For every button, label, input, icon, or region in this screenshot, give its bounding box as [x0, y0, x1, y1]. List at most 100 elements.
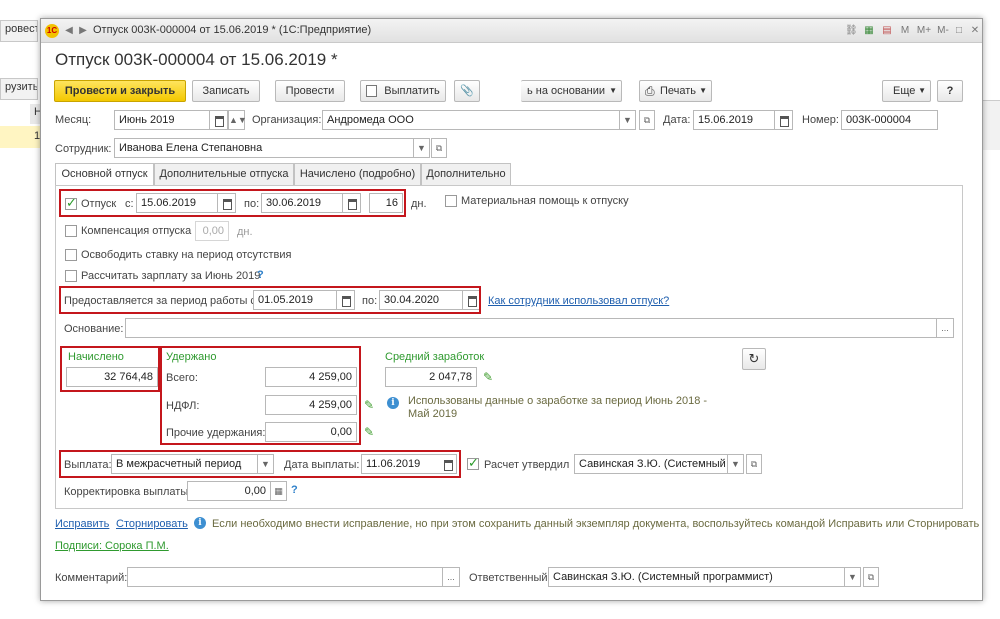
title-bar[interactable]: 1С ◀ ▶ Отпуск 003К-000004 от 15.06.2019 … [41, 19, 982, 43]
basis-field[interactable] [125, 318, 937, 338]
vacation-to-calendar-icon[interactable] [343, 193, 361, 213]
organization-field[interactable]: Андромеда ООО [322, 110, 620, 130]
memory-minus-icon[interactable]: M- [935, 25, 951, 37]
free-rate-checkbox[interactable] [65, 249, 77, 261]
average-earnings-edit-pencil-icon[interactable]: ✎ [483, 371, 495, 383]
work-period-from-calendar-icon[interactable] [337, 290, 355, 310]
tab-accrued-detailed[interactable]: Начислено (подробно) [294, 163, 421, 185]
approved-checkbox[interactable] [467, 455, 479, 471]
tab-additional[interactable]: Дополнительно [421, 163, 511, 185]
document-icon [366, 85, 377, 97]
number-field[interactable]: 003К-000004 [841, 110, 938, 130]
calculator-icon[interactable]: ▦ [271, 481, 287, 501]
memory-plus-icon[interactable]: M+ [915, 25, 933, 37]
chevron-down-icon[interactable]: ▼ [728, 454, 744, 474]
reverse-link[interactable]: Сторнировать [116, 518, 188, 530]
withheld-total-label: Всего: [166, 372, 198, 384]
average-earnings-field[interactable]: 2 047,78 [385, 367, 477, 387]
work-period-to-field[interactable]: 30.04.2020 [379, 290, 463, 310]
vacation-days-field[interactable]: 16 [369, 193, 403, 213]
refresh-button[interactable]: ↻ [742, 348, 766, 370]
month-field[interactable]: Июнь 2019 [114, 110, 210, 130]
back-arrow-icon[interactable]: ◀ [63, 25, 75, 37]
payment-date-field[interactable]: 11.06.2019 [361, 454, 445, 474]
tab-main-vacation[interactable]: Основной отпуск [55, 163, 154, 186]
open-icon[interactable]: ⧉ [863, 567, 879, 587]
ndfl-edit-pencil-icon[interactable]: ✎ [364, 399, 376, 411]
maximize-icon[interactable]: □ [953, 25, 965, 37]
other-withholdings-label: Прочие удержания: [166, 427, 266, 439]
month-spinner[interactable]: ▲▼ [228, 110, 247, 130]
accrued-field[interactable]: 32 764,48 [66, 367, 158, 387]
payment-adjustment-help-icon[interactable]: ? [291, 484, 298, 496]
compensation-checkbox[interactable] [65, 225, 77, 237]
open-icon[interactable]: ⧉ [639, 110, 655, 130]
create-based-on-button[interactable]: ь на основании ▼ [521, 80, 622, 102]
withheld-total-field[interactable]: 4 259,00 [265, 367, 357, 387]
open-icon[interactable]: ⧉ [431, 138, 447, 158]
payment-date-calendar-icon[interactable] [439, 454, 457, 474]
save-button[interactable]: Записать [192, 80, 260, 102]
tab-additional-vacations[interactable]: Дополнительные отпуска [154, 163, 294, 185]
approved-by-field[interactable]: Савинская З.Ю. (Системный п [574, 454, 728, 474]
bg-load-button[interactable]: рузить и [0, 78, 38, 100]
chevron-down-icon[interactable]: ▼ [258, 454, 274, 474]
ndfl-field[interactable]: 4 259,00 [265, 395, 357, 415]
comment-select-button[interactable]: ... [443, 567, 460, 587]
calculator-icon[interactable]: ▦ [863, 25, 875, 37]
date-field[interactable]: 15.06.2019 [693, 110, 775, 130]
payment-label: Выплата: [64, 459, 112, 471]
material-help-checkbox[interactable] [445, 195, 457, 207]
calendar-icon[interactable]: ▤ [881, 25, 893, 37]
month-calendar-icon[interactable] [210, 110, 228, 130]
compensation-days-field[interactable]: 0,00 [195, 221, 229, 241]
payment-adjustment-field[interactable]: 0,00 [187, 481, 271, 501]
work-period-to-calendar-icon[interactable] [463, 290, 481, 310]
vacation-from-label: с: [125, 198, 134, 210]
fix-link[interactable]: Исправить [55, 518, 109, 530]
other-withholdings-field[interactable]: 0,00 [265, 422, 357, 442]
work-period-from-field[interactable]: 01.05.2019 [253, 290, 337, 310]
other-withholdings-edit-pencil-icon[interactable]: ✎ [364, 426, 376, 438]
app-logo-icon: 1С [45, 24, 59, 38]
vacation-checkbox[interactable] [65, 195, 77, 211]
chevron-down-icon[interactable]: ▼ [414, 138, 430, 158]
calc-salary-checkbox[interactable] [65, 270, 77, 282]
chevron-down-icon: ▼ [918, 86, 926, 95]
vacation-to-label: по: [244, 198, 260, 210]
vacation-to-field[interactable]: 30.06.2019 [261, 193, 343, 213]
bg-post-button[interactable]: ровести [0, 20, 38, 42]
comment-field[interactable] [127, 567, 443, 587]
chevron-down-icon[interactable]: ▼ [620, 110, 636, 130]
date-calendar-icon[interactable] [775, 110, 793, 130]
responsible-field[interactable]: Савинская З.Ю. (Системный программист) [548, 567, 845, 587]
pay-button[interactable]: Выплатить [360, 80, 446, 102]
calc-salary-help-icon[interactable]: ? [257, 269, 264, 281]
close-icon[interactable]: ✕ [969, 25, 981, 37]
vacation-from-calendar-icon[interactable] [218, 193, 236, 213]
bg-right-strip [983, 100, 1000, 150]
chevron-down-icon[interactable]: ▼ [845, 567, 861, 587]
payment-field[interactable]: В межрасчетный период [111, 454, 258, 474]
basis-select-button[interactable]: ... [937, 318, 954, 338]
accrued-title: Начислено [68, 351, 124, 363]
help-button[interactable]: ? [937, 80, 963, 102]
date-label: Дата: [663, 114, 691, 126]
forward-arrow-icon[interactable]: ▶ [77, 25, 89, 37]
open-icon[interactable]: ⧉ [746, 454, 762, 474]
link-icon[interactable]: ⛓ [845, 25, 858, 37]
memory-icon[interactable]: M [899, 25, 911, 37]
vacation-from-field[interactable]: 15.06.2019 [136, 193, 218, 213]
attach-button[interactable]: 📎 [454, 80, 480, 102]
vacation-usage-link[interactable]: Как сотрудник использовал отпуск? [488, 295, 669, 307]
signatures-link[interactable]: Подписи: Сорока П.М. [55, 540, 169, 552]
print-button[interactable]: ⎙ Печать ▼ [639, 80, 712, 102]
post-button[interactable]: Провести [275, 80, 345, 102]
post-and-close-button[interactable]: Провести и закрыть [54, 80, 186, 102]
compensation-label: Компенсация отпуска [81, 225, 192, 237]
create-based-on-label: ь на основании [527, 85, 606, 97]
employee-field[interactable]: Иванова Елена Степановна [114, 138, 414, 158]
payment-date-label: Дата выплаты: [284, 459, 360, 471]
pay-button-label: Выплатить [384, 85, 440, 97]
more-button[interactable]: Еще ▼ [882, 80, 931, 102]
